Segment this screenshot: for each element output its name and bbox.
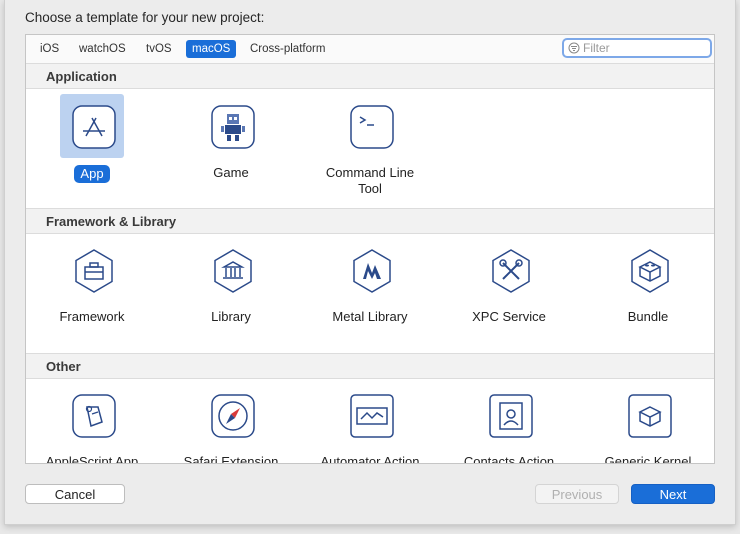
template-label-applescript-app: AppleScript App: [45, 454, 139, 464]
template-generic-kernel[interactable]: Generic Kernel: [588, 386, 708, 464]
toolbox-icon: [72, 249, 116, 293]
tab-cross-platform[interactable]: Cross-platform: [244, 40, 331, 58]
automator-icon: [350, 394, 394, 438]
compass-icon: [211, 394, 255, 438]
tab-tvos[interactable]: tvOS: [140, 40, 178, 58]
metal-icon: [350, 249, 394, 293]
next-button[interactable]: Next: [631, 484, 715, 504]
app-store-icon: [72, 105, 116, 149]
platform-tab-bar: iOS watchOS tvOS macOS Cross-platform: [26, 35, 714, 64]
lego-brick-icon: [628, 394, 672, 438]
template-contacts-action[interactable]: Contacts Action: [449, 386, 569, 464]
template-label-xpc-service: XPC Service: [472, 309, 546, 324]
dialog-prompt: Choose a template for your new project:: [25, 10, 265, 25]
template-label-library: Library: [211, 309, 251, 324]
template-panel: iOS watchOS tvOS macOS Cross-platform Ap…: [25, 34, 715, 464]
tab-macos[interactable]: macOS: [186, 40, 237, 58]
template-label-bundle: Bundle: [627, 309, 669, 324]
section-header-other: Other: [26, 353, 714, 379]
filter-field[interactable]: [562, 38, 712, 58]
previous-button[interactable]: Previous: [535, 484, 619, 504]
template-chooser-dialog: Choose a template for your new project: …: [4, 0, 736, 525]
template-automator-action[interactable]: Automator Action: [310, 386, 430, 464]
template-metal-library[interactable]: Metal Library: [310, 241, 430, 351]
template-framework[interactable]: Framework: [32, 241, 152, 351]
template-label-command-line-tool: Command Line Tool: [325, 165, 415, 196]
template-label-game: Game: [213, 165, 249, 180]
tab-ios[interactable]: iOS: [34, 40, 65, 58]
filter-input[interactable]: [583, 40, 705, 56]
applescript-icon: [72, 394, 116, 438]
section-header-application: Application: [26, 63, 714, 89]
tab-watchos[interactable]: watchOS: [73, 40, 132, 58]
contacts-icon: [489, 394, 533, 438]
cancel-button[interactable]: Cancel: [25, 484, 125, 504]
template-applescript-app[interactable]: AppleScript App: [32, 386, 152, 464]
filter-icon: [568, 42, 580, 54]
template-safari-extension[interactable]: Safari Extension: [171, 386, 291, 464]
template-label-generic-kernel: Generic Kernel: [604, 454, 692, 464]
template-label-safari-extension: Safari Extension: [183, 454, 279, 464]
template-label-app: App: [74, 165, 110, 183]
template-label-contacts-action: Contacts Action: [463, 454, 555, 464]
template-library[interactable]: Library: [171, 241, 291, 351]
template-label-automator-action: Automator Action: [320, 454, 420, 464]
template-xpc-service[interactable]: XPC Service: [449, 241, 569, 351]
game-robot-icon: [211, 105, 255, 149]
template-app[interactable]: App: [32, 97, 152, 207]
template-bundle[interactable]: Bundle: [588, 241, 708, 351]
template-game[interactable]: Game: [171, 97, 291, 207]
building-icon: [211, 249, 255, 293]
terminal-icon: [350, 105, 394, 149]
template-label-metal-library: Metal Library: [332, 309, 408, 324]
tools-icon: [489, 249, 533, 293]
template-label-framework: Framework: [59, 309, 125, 324]
lego-brick-icon: [628, 249, 672, 293]
section-header-framework-library: Framework & Library: [26, 208, 714, 234]
template-command-line-tool[interactable]: Command Line Tool: [310, 97, 430, 207]
